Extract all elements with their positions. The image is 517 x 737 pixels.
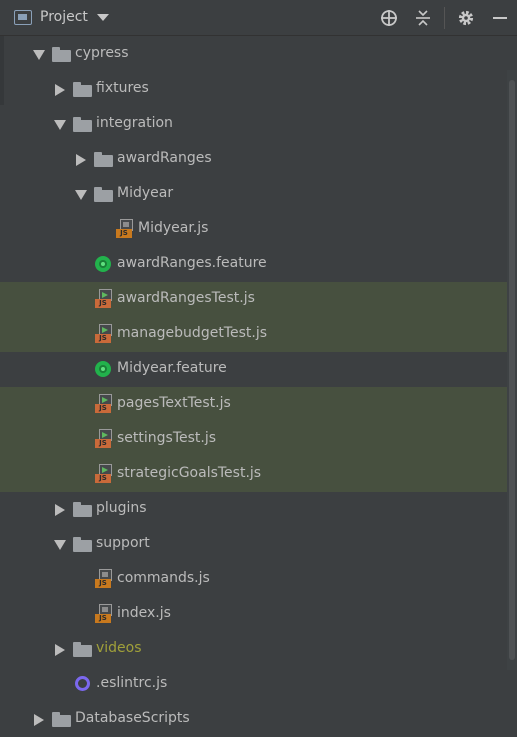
header-separator [444, 7, 445, 29]
chevron-right-icon[interactable] [76, 154, 86, 166]
tree-node-label: .eslintrc.js [96, 675, 168, 691]
folder-icon [73, 502, 92, 517]
folder-icon [94, 187, 113, 202]
folder-icon [52, 47, 71, 62]
tree-node-plugins[interactable]: plugins [0, 492, 517, 527]
chevron-right-icon[interactable] [34, 714, 44, 726]
tree-node-pagesTextTest[interactable]: JS pagesTextTest.js [0, 387, 517, 422]
javascript-test-file-icon: JS [95, 429, 113, 449]
javascript-test-file-icon: JS [95, 394, 113, 414]
locate-file-button[interactable] [372, 0, 406, 36]
tree-node-Midyear-js[interactable]: JS Midyear.js [0, 212, 517, 247]
tree-node-eslintrc[interactable]: .eslintrc.js [0, 667, 517, 702]
eslint-icon [75, 676, 90, 691]
tree-node-Midyear[interactable]: Midyear [0, 177, 517, 212]
project-view-selector[interactable]: Project [14, 9, 109, 25]
javascript-test-file-icon: JS [95, 324, 113, 344]
tree-node-label: pagesTextTest.js [117, 395, 231, 411]
minimize-icon [493, 17, 507, 19]
tree-node-label: videos [96, 640, 142, 656]
tree-node-integration[interactable]: integration [0, 107, 517, 142]
tree-node-settingsTest[interactable]: JS settingsTest.js [0, 422, 517, 457]
tree-node-label: awardRanges [117, 150, 212, 166]
tree-node-label: Midyear.js [138, 220, 209, 236]
tree-node-awardRanges[interactable]: awardRanges [0, 142, 517, 177]
tree-node-label: cypress [75, 45, 129, 61]
cucumber-feature-icon [95, 256, 111, 272]
javascript-test-file-icon: JS [95, 464, 113, 484]
crosshair-icon [381, 10, 397, 26]
tree-node-cypress[interactable]: cypress [0, 37, 517, 72]
tree-node-label: Midyear [117, 185, 174, 201]
tree-node-label: settingsTest.js [117, 430, 217, 446]
javascript-file-icon: JS [95, 604, 113, 624]
project-tool-header: Project [0, 0, 517, 36]
folder-icon [73, 117, 92, 132]
folder-icon [94, 152, 113, 167]
tree-node-strategicGoalsTest[interactable]: JS strategicGoalsTest.js [0, 457, 517, 492]
caret-down-icon [96, 13, 109, 21]
tree-node-videos[interactable]: videos [0, 632, 517, 667]
chevron-right-icon[interactable] [55, 504, 65, 516]
tree-node-label: commands.js [117, 570, 210, 586]
tree-node-index-js[interactable]: JS index.js [0, 597, 517, 632]
project-tree: cypress fixtures integration awardRanges… [0, 37, 517, 731]
javascript-file-icon: JS [116, 219, 134, 239]
tree-node-label: fixtures [96, 80, 149, 96]
tree-node-label: support [96, 535, 150, 551]
gear-icon [458, 10, 474, 26]
collapse-all-button[interactable] [406, 0, 440, 36]
tree-node-label: awardRanges.feature [117, 255, 267, 271]
cucumber-feature-icon [95, 361, 111, 377]
folder-icon [73, 82, 92, 97]
hide-panel-button[interactable] [483, 0, 517, 36]
tree-node-label: plugins [96, 500, 147, 516]
tree-node-label: managebudgetTest.js [117, 325, 268, 341]
tree-node-support[interactable]: support [0, 527, 517, 562]
chevron-down-icon[interactable] [75, 190, 87, 200]
chevron-down-icon[interactable] [54, 120, 66, 130]
tree-node-fixtures[interactable]: fixtures [0, 72, 517, 107]
scrollbar-thumb[interactable] [509, 80, 515, 660]
tree-node-label: strategicGoalsTest.js [117, 465, 262, 481]
tree-node-awardRangesTest[interactable]: JS awardRangesTest.js [0, 282, 517, 317]
tree-node-Midyear-feature[interactable]: Midyear.feature [0, 352, 517, 387]
vertical-scrollbar[interactable] [507, 70, 517, 670]
tree-node-label: awardRangesTest.js [117, 290, 255, 306]
chevron-down-icon[interactable] [54, 540, 66, 550]
tree-node-commands-js[interactable]: JS commands.js [0, 562, 517, 597]
tree-node-label: DatabaseScripts [75, 710, 190, 726]
tool-window-title: Project [40, 9, 88, 25]
tree-node-awardRanges-feature[interactable]: awardRanges.feature [0, 247, 517, 282]
tree-node-label: index.js [117, 605, 171, 621]
tree-node-managebudgetTest[interactable]: JS managebudgetTest.js [0, 317, 517, 352]
folder-icon [52, 712, 71, 727]
javascript-test-file-icon: JS [95, 289, 113, 309]
folder-icon [73, 537, 92, 552]
tree-node-label: integration [96, 115, 173, 131]
settings-button[interactable] [449, 0, 483, 36]
collapse-icon [416, 10, 430, 26]
tree-node-label: Midyear.feature [117, 360, 227, 376]
chevron-right-icon[interactable] [55, 84, 65, 96]
chevron-right-icon[interactable] [55, 644, 65, 656]
chevron-down-icon[interactable] [33, 50, 45, 60]
window-icon [14, 9, 32, 25]
folder-icon [73, 642, 92, 657]
javascript-file-icon: JS [95, 569, 113, 589]
tree-node-DatabaseScripts[interactable]: DatabaseScripts [0, 702, 517, 737]
